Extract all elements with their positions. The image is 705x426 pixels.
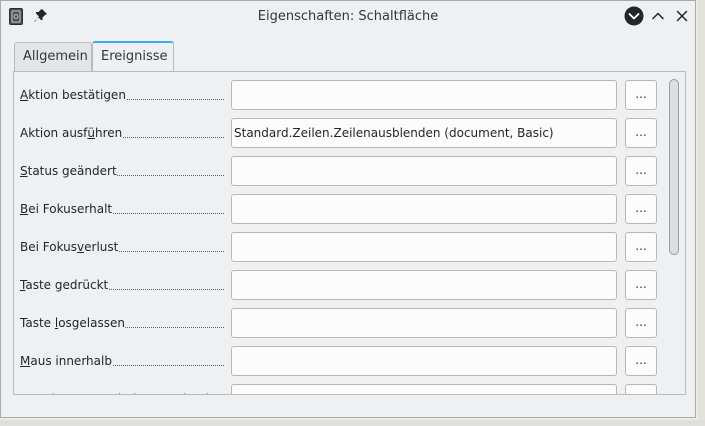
- event-label: Taste losgelassen: [20, 308, 224, 338]
- scrollbar-thumb[interactable]: [669, 79, 679, 255]
- event-row: Aktion ausführen Standard.Zeilen.Zeilenau…: [14, 118, 664, 156]
- event-label-text: Maus innerhalb: [20, 346, 112, 376]
- event-label: Mausbewegung bei Tastendruck: [20, 384, 224, 394]
- assign-macro-button[interactable]: ...: [625, 384, 657, 394]
- event-label-pre: Mausbewegung bei Tastendruck: [20, 392, 213, 394]
- event-label: Aktion ausführen: [20, 118, 224, 148]
- event-label-pre: Taste: [20, 316, 55, 330]
- event-macro-field[interactable]: [231, 384, 617, 394]
- event-label-text: Bei Fokusverlust: [20, 232, 119, 262]
- desktop-background: [698, 0, 705, 426]
- event-macro-field[interactable]: Standard.Zeilen.Zeilenausblenden (docume…: [231, 118, 617, 148]
- event-row: Taste losgelassen...: [14, 308, 664, 346]
- event-label: Status geändert: [20, 156, 224, 186]
- more-options-icon[interactable]: [624, 6, 644, 26]
- event-label: Maus innerhalb: [20, 346, 224, 376]
- event-label-post: erlust: [84, 240, 119, 254]
- window-title: Eigenschaften: Schaltfläche: [257, 9, 439, 24]
- assign-macro-button[interactable]: ...: [625, 346, 657, 376]
- event-macro-field[interactable]: [231, 270, 617, 300]
- properties-dialog: Eigenschaften: Schaltfläche Allgemein Er…: [0, 0, 696, 418]
- event-label-mnemonic: A: [20, 88, 29, 102]
- event-label-mnemonic: S: [20, 164, 28, 178]
- event-label-text: Taste losgelassen: [20, 308, 125, 338]
- event-label-text: Bei Fokuserhalt: [20, 194, 113, 224]
- close-icon[interactable]: [672, 6, 692, 26]
- assign-macro-button[interactable]: ...: [625, 194, 657, 224]
- event-label-pre: Aktion ausf: [20, 126, 88, 140]
- event-row: Mausbewegung bei Tastendruck...: [14, 384, 664, 394]
- assign-macro-button[interactable]: ...: [625, 156, 657, 186]
- tab-ereignisse[interactable]: Ereignisse: [92, 41, 174, 72]
- event-row: Bei Fokuserhalt...: [14, 194, 664, 232]
- maximize-icon[interactable]: [648, 6, 668, 26]
- event-label-post: tatus geändert: [27, 164, 117, 178]
- event-label-post: ei Fokuserhalt: [28, 202, 113, 216]
- event-row: Status geändert...: [14, 156, 664, 194]
- event-label-post: aste gedrückt: [25, 278, 109, 292]
- vertical-scrollbar[interactable]: [669, 79, 679, 389]
- event-row: Aktion bestätigen...: [14, 80, 664, 118]
- tab-allgemein[interactable]: Allgemein: [14, 42, 92, 71]
- event-macro-field[interactable]: [231, 346, 617, 376]
- event-label-post: hren: [95, 126, 123, 140]
- event-label-text: Status geändert: [20, 156, 117, 186]
- title-bar[interactable]: Eigenschaften: Schaltfläche: [1, 1, 695, 32]
- event-label-text: Taste gedrückt: [20, 270, 109, 300]
- event-label-post: aus innerhalb: [30, 354, 112, 368]
- event-row: Bei Fokusverlust...: [14, 232, 664, 270]
- event-row: Taste gedrückt...: [14, 270, 664, 308]
- assign-macro-button[interactable]: ...: [625, 308, 657, 338]
- assign-macro-button[interactable]: ...: [625, 118, 657, 148]
- event-label-post: ktion bestätigen: [28, 88, 126, 102]
- event-label: Aktion bestätigen: [20, 80, 224, 110]
- assign-macro-button[interactable]: ...: [625, 270, 657, 300]
- assign-macro-button[interactable]: ...: [625, 80, 657, 110]
- assign-macro-button[interactable]: ...: [625, 232, 657, 262]
- event-label-text: Mausbewegung bei Tastendruck: [20, 384, 213, 394]
- event-macro-field[interactable]: [231, 232, 617, 262]
- event-label: Bei Fokusverlust: [20, 232, 224, 262]
- event-label: Taste gedrückt: [20, 270, 224, 300]
- event-label-post: osgelassen: [58, 316, 125, 330]
- event-macro-field[interactable]: [231, 156, 617, 186]
- event-macro-field[interactable]: [231, 308, 617, 338]
- event-label: Bei Fokuserhalt: [20, 194, 224, 224]
- desktop-background-bottom: [0, 420, 705, 426]
- event-label-mnemonic: M: [20, 354, 31, 368]
- events-panel: Aktion bestätigen... Aktion ausführen Stan…: [13, 71, 686, 395]
- event-label-mnemonic: B: [20, 202, 29, 216]
- event-label-pre: Bei Fokus: [20, 240, 78, 254]
- event-label-mnemonic: ü: [87, 126, 96, 140]
- event-row: Maus innerhalb...: [14, 346, 664, 384]
- event-label-text: Aktion bestätigen: [20, 80, 126, 110]
- event-macro-field[interactable]: [231, 80, 617, 110]
- event-macro-field[interactable]: [231, 194, 617, 224]
- event-label-text: Aktion ausführen: [20, 118, 123, 148]
